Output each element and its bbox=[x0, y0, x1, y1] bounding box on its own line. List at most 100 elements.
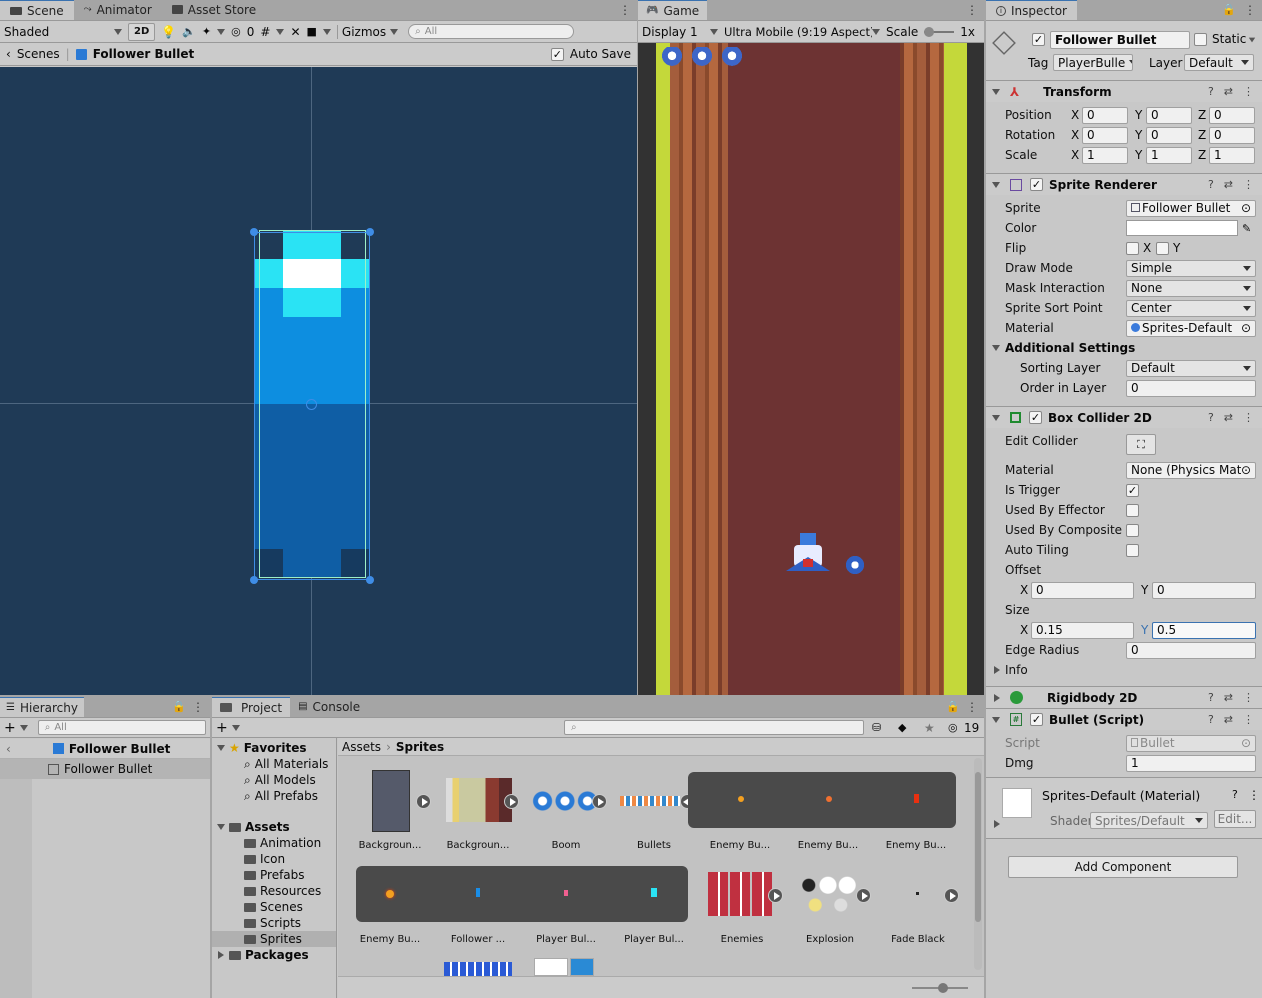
layer-dropdown[interactable]: Default bbox=[1184, 54, 1254, 71]
game-viewport[interactable] bbox=[638, 43, 984, 695]
scene-search-input[interactable]: ⌕ All bbox=[408, 24, 575, 39]
breadcrumb-scenes[interactable]: Scenes bbox=[17, 47, 60, 61]
add-component-button[interactable]: Add Component bbox=[1008, 856, 1238, 878]
back-arrow-icon[interactable]: ‹ bbox=[6, 47, 11, 61]
position-x-field[interactable]: 0 bbox=[1082, 106, 1128, 124]
effects-dropdown-icon[interactable] bbox=[217, 28, 226, 35]
edge-radius-field[interactable]: 0 bbox=[1126, 641, 1256, 659]
preset-icon[interactable]: ⇄ bbox=[1224, 178, 1233, 191]
position-y-field[interactable]: 0 bbox=[1146, 106, 1192, 124]
preset-icon[interactable]: ⇄ bbox=[1224, 411, 1233, 424]
draw-mode-dropdown[interactable]: Simple bbox=[1126, 259, 1256, 277]
object-name-field[interactable]: Follower Bullet bbox=[1050, 31, 1190, 49]
component-menu-icon[interactable]: ⋮ bbox=[1243, 713, 1254, 726]
bullet-script-enabled-checkbox[interactable]: ✓ bbox=[1030, 713, 1043, 726]
scale-slider-thumb[interactable] bbox=[924, 26, 935, 37]
panel-menu-icon[interactable]: ⋮ bbox=[192, 700, 204, 714]
asset-follower-bullet[interactable]: Follower ... bbox=[438, 864, 518, 952]
scale-slider[interactable] bbox=[924, 26, 955, 37]
folder-icon-dir[interactable]: Icon bbox=[212, 851, 336, 867]
expand-sprites-icon[interactable] bbox=[856, 888, 871, 903]
static-checkbox[interactable] bbox=[1194, 33, 1207, 46]
component-menu-icon[interactable]: ⋮ bbox=[1243, 691, 1254, 704]
transform-header[interactable]: ⅄ Transform ? ⇄ ⋮ bbox=[986, 80, 1262, 102]
object-picker-icon[interactable]: ⊙ bbox=[1241, 201, 1251, 215]
rigidbody-header[interactable]: Rigidbody 2D ? ⇄ ⋮ bbox=[986, 686, 1262, 708]
fav-all-models[interactable]: ⌕ All Models bbox=[212, 772, 336, 788]
material-object-field[interactable]: Sprites-Default ⊙ bbox=[1126, 319, 1256, 337]
preset-icon[interactable]: ⇄ bbox=[1224, 713, 1233, 726]
expand-sprites-icon[interactable] bbox=[416, 794, 431, 809]
sorting-layer-dropdown[interactable]: Default bbox=[1126, 359, 1256, 377]
camera-dropdown-icon[interactable] bbox=[322, 28, 331, 35]
rect-handle-br[interactable] bbox=[366, 576, 374, 584]
hierarchy-child-row[interactable]: Follower Bullet bbox=[0, 759, 210, 779]
asset-enemy-bullet-2[interactable]: Enemy Bu... bbox=[788, 770, 868, 858]
tab-scene[interactable]: Scene bbox=[0, 0, 74, 20]
search-by-label-icon[interactable]: ◆ bbox=[898, 721, 906, 734]
used-by-composite-checkbox[interactable] bbox=[1126, 523, 1139, 537]
panel-menu-icon[interactable]: ⋮ bbox=[966, 3, 978, 17]
asset-fade-black[interactable]: Fade Black bbox=[878, 864, 959, 952]
asset-player-bullet-2[interactable]: Player Bul... bbox=[614, 864, 694, 952]
sort-point-dropdown[interactable]: Center bbox=[1126, 299, 1256, 317]
bullet-script-header[interactable]: # ✓ Bullet (Script) ? ⇄ ⋮ bbox=[986, 708, 1262, 730]
effects-icon[interactable]: ✦ bbox=[202, 25, 211, 38]
size-x-field[interactable]: 0.15 bbox=[1031, 621, 1134, 639]
folder-scenes[interactable]: Scenes bbox=[212, 899, 336, 915]
help-icon[interactable]: ? bbox=[1208, 713, 1214, 726]
dmg-field[interactable]: 1 bbox=[1126, 754, 1256, 772]
lock-icon[interactable]: 🔒 bbox=[1222, 3, 1236, 16]
project-search-input[interactable]: ⌕ bbox=[564, 720, 864, 735]
rect-handle-tl[interactable] bbox=[250, 228, 258, 236]
asset-enemies[interactable]: Enemies bbox=[702, 864, 783, 952]
foldout-arrow-icon[interactable] bbox=[994, 820, 1000, 828]
help-icon[interactable]: ? bbox=[1208, 691, 1214, 704]
sprite-renderer-header[interactable]: ✓ Sprite Renderer ? ⇄ ⋮ bbox=[986, 173, 1262, 195]
asset-enemy-bullet-3[interactable]: Enemy Bu... bbox=[876, 770, 956, 858]
grid-icon[interactable]: # bbox=[260, 25, 270, 39]
folder-resources[interactable]: Resources bbox=[212, 883, 336, 899]
grid-dropdown-icon[interactable] bbox=[276, 28, 285, 35]
info-row[interactable]: Info bbox=[986, 660, 1262, 680]
lighting-icon[interactable]: 💡 bbox=[161, 25, 176, 39]
expand-sprites-icon[interactable] bbox=[504, 794, 519, 809]
folder-scripts[interactable]: Scripts bbox=[212, 915, 336, 931]
tab-project[interactable]: Project bbox=[212, 697, 291, 717]
expand-sprites-icon[interactable] bbox=[768, 888, 783, 903]
shading-dropdown[interactable]: Shaded bbox=[4, 25, 122, 39]
asset-enemy-bullet-4[interactable]: Enemy Bu... bbox=[350, 864, 430, 952]
folder-animation[interactable]: Animation bbox=[212, 835, 336, 851]
shader-dropdown[interactable]: Sprites/Default bbox=[1090, 812, 1208, 829]
mask-interaction-dropdown[interactable]: None bbox=[1126, 279, 1256, 297]
box-collider-enabled-checkbox[interactable]: ✓ bbox=[1029, 411, 1042, 424]
component-menu-icon[interactable]: ⋮ bbox=[1243, 85, 1254, 98]
create-dropdown-icon[interactable] bbox=[231, 724, 240, 731]
auto-save-checkbox[interactable]: ✓ bbox=[550, 47, 564, 61]
breadcrumb-assets[interactable]: Assets bbox=[342, 740, 381, 754]
object-picker-icon[interactable]: ⊙ bbox=[1241, 463, 1251, 477]
create-plus-icon[interactable]: + bbox=[4, 720, 16, 736]
position-z-field[interactable]: 0 bbox=[1209, 106, 1255, 124]
asset-player-bullet-1[interactable]: Player Bul... bbox=[526, 864, 606, 952]
tools-icon[interactable]: ✕ bbox=[290, 25, 300, 39]
scale-y-field[interactable]: 1 bbox=[1146, 146, 1192, 164]
expand-sprites-icon[interactable] bbox=[592, 794, 607, 809]
folder-sprites[interactable]: Sprites bbox=[212, 931, 336, 947]
flip-x-checkbox[interactable] bbox=[1126, 241, 1139, 255]
rotation-y-field[interactable]: 0 bbox=[1146, 126, 1192, 144]
component-menu-icon[interactable]: ⋮ bbox=[1243, 411, 1254, 424]
panel-menu-icon[interactable]: ⋮ bbox=[619, 3, 631, 17]
panel-menu-icon[interactable]: ⋮ bbox=[1244, 3, 1256, 17]
help-icon[interactable]: ? bbox=[1208, 85, 1214, 98]
thumbnail-size-thumb[interactable] bbox=[938, 983, 948, 993]
hierarchy-root-row[interactable]: ‹ Follower Bullet bbox=[0, 739, 210, 759]
thumbnail-size-slider[interactable] bbox=[912, 983, 968, 993]
asset-bullets[interactable]: Bullets bbox=[614, 770, 695, 858]
asset-background-2[interactable]: Backgroun... bbox=[438, 770, 519, 858]
rotation-z-field[interactable]: 0 bbox=[1209, 126, 1255, 144]
offset-x-field[interactable]: 0 bbox=[1031, 581, 1134, 599]
flip-y-checkbox[interactable] bbox=[1156, 241, 1169, 255]
fav-all-prefabs[interactable]: ⌕ All Prefabs bbox=[212, 788, 336, 804]
preset-icon[interactable]: ⇄ bbox=[1224, 691, 1233, 704]
